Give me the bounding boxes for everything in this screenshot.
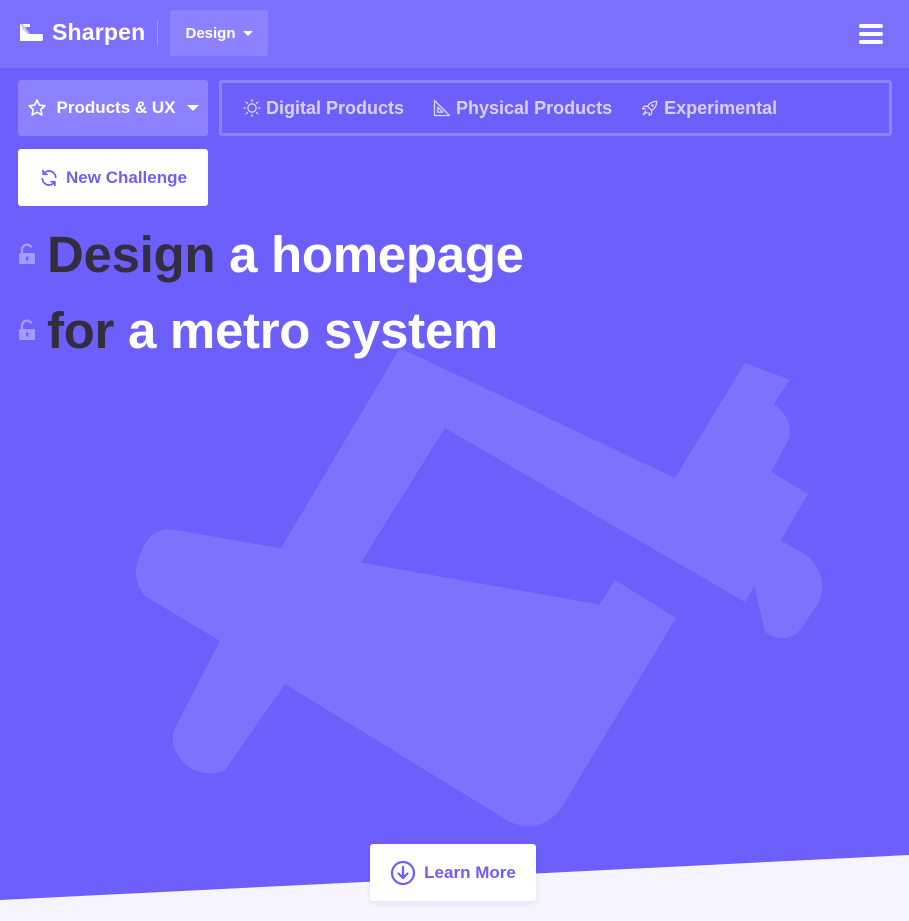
background-crop-graphic (136, 348, 823, 826)
unlock-icon[interactable] (18, 243, 36, 265)
rocket-icon (641, 100, 658, 117)
subcategory-tabs: Digital Products Physical Products Exper… (219, 80, 892, 136)
nav-divider (157, 20, 158, 46)
new-challenge-label: New Challenge (66, 167, 187, 187)
product-type-label: Products & UX (56, 98, 176, 117)
category-dropdown[interactable]: Design (170, 10, 268, 56)
challenge-text: a metro system (114, 301, 498, 359)
new-challenge-button[interactable]: New Challenge (18, 149, 208, 206)
unlock-icon[interactable] (18, 319, 36, 341)
category-dropdown-label: Design (185, 24, 236, 42)
sharpen-logo-icon (20, 24, 43, 41)
learn-more-button[interactable]: Learn More (370, 844, 536, 901)
challenge-line-2: for a metro system (18, 300, 498, 360)
tab-experimental[interactable]: Experimental (640, 98, 777, 119)
refresh-icon (41, 169, 57, 186)
caret-down-icon (242, 30, 253, 36)
tab-physical-products[interactable]: Physical Products (432, 98, 612, 119)
challenge-keyword[interactable]: Design (47, 225, 216, 284)
product-type-dropdown[interactable]: Products & UX (18, 80, 208, 136)
set-square-icon (433, 99, 451, 117)
brand-logo[interactable]: Sharpen (18, 17, 145, 47)
challenge-keyword[interactable]: for (47, 301, 114, 360)
arrow-down-circle-icon (391, 860, 416, 885)
lightbulb-icon (243, 99, 261, 118)
brand-name: Sharpen (52, 18, 146, 45)
challenge-text: a homepage (215, 225, 524, 283)
learn-more-label: Learn More (424, 862, 516, 882)
hamburger-menu-icon[interactable] (859, 23, 883, 45)
tab-digital-products[interactable]: Digital Products (242, 98, 404, 119)
tab-label: Experimental (664, 97, 778, 118)
top-navbar: Sharpen Design (0, 0, 909, 68)
star-icon (28, 99, 47, 116)
caret-down-icon (186, 105, 199, 111)
tab-label: Digital Products (266, 97, 405, 118)
challenge-line-1: Design a homepage (18, 224, 524, 284)
tab-label: Physical Products (456, 97, 613, 118)
